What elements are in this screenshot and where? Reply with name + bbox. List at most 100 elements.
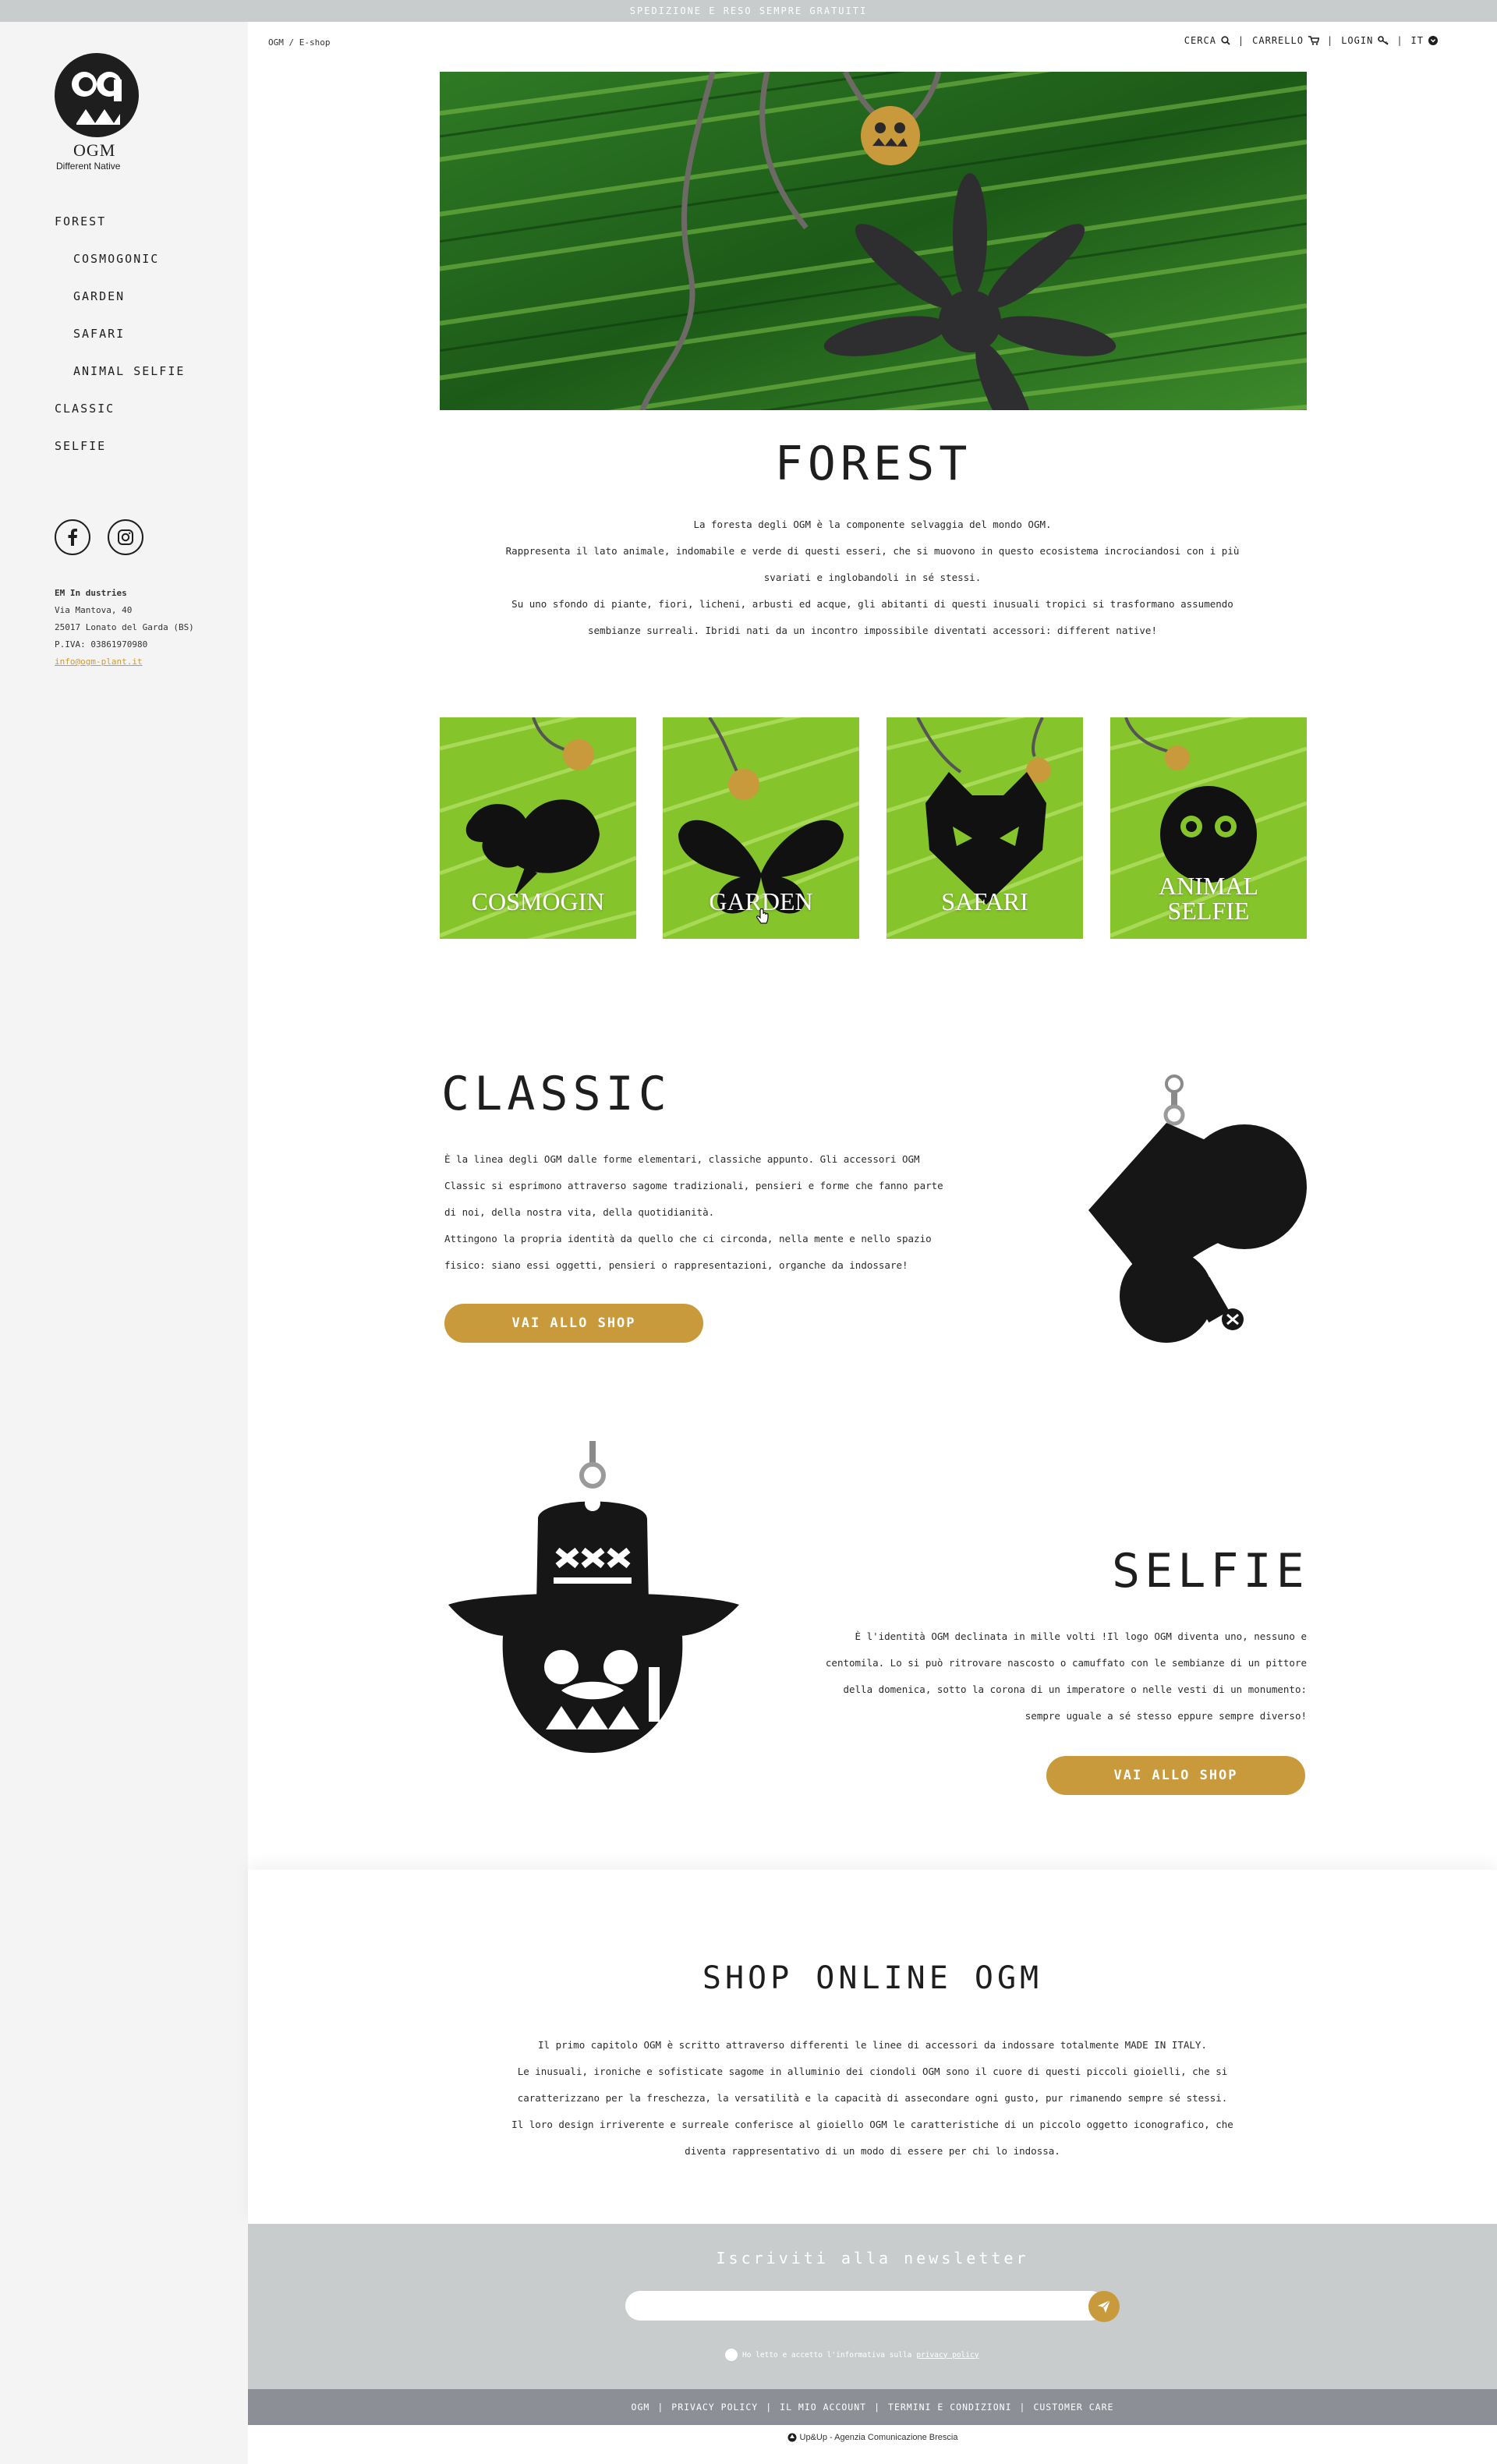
agency-credit[interactable]: Up&Up - Agenzia Comunicazione Brescia xyxy=(248,2433,1497,2442)
cart-link[interactable]: CARRELLO xyxy=(1252,35,1319,46)
consent-checkbox[interactable] xyxy=(725,2349,738,2361)
forest-line: La foresta degli OGM è la componente sel… xyxy=(693,519,1052,530)
shop-online-title: SHOP ONLINE OGM xyxy=(702,1960,1043,1996)
company-name: EM In dustries xyxy=(55,588,127,598)
footer-link-customer-care[interactable]: CUSTOMER CARE xyxy=(1033,2402,1113,2413)
footer-link-privacy[interactable]: PRIVACY POLICY xyxy=(671,2402,758,2413)
forest-line: Rappresenta il lato animale, indomabile … xyxy=(505,545,1240,557)
tile-label: SAFARI xyxy=(941,887,1028,915)
selfie-line: sempre uguale a sé stesso eppure sempre … xyxy=(1025,1710,1307,1722)
forest-line: Su uno sfondo di piante, fiori, licheni,… xyxy=(511,598,1233,610)
sidebar-nav: FOREST COSMOGONIC GARDEN SAFARI ANIMAL S… xyxy=(55,203,185,465)
newsletter-email-input[interactable] xyxy=(625,2291,1106,2321)
company-vat: P.IVA: 03861970980 xyxy=(55,639,148,650)
footer-link-terms[interactable]: TERMINI E CONDIZIONI xyxy=(888,2402,1011,2413)
tile-label: ANIMAL xyxy=(1159,872,1258,900)
social-links xyxy=(55,519,143,555)
top-navigation: CERCA | CARRELLO | LOGIN | IT xyxy=(1184,35,1438,46)
footer-separator: | xyxy=(766,2402,773,2413)
footer-separator: | xyxy=(874,2402,881,2413)
breadcrumb[interactable]: OGM / E-shop xyxy=(268,37,330,48)
forest-description: La foresta degli OGM è la componente sel… xyxy=(248,512,1497,644)
newsletter-title: Iscriviti alla newsletter xyxy=(716,2249,1029,2268)
cart-label: CARRELLO xyxy=(1252,35,1304,46)
footer-separator: | xyxy=(1019,2402,1026,2413)
sidebar: OGM Different Native FOREST COSMOGONIC G… xyxy=(0,22,248,2464)
classic-title: CLASSIC xyxy=(441,1067,671,1121)
category-tile-garden[interactable]: GARDEN xyxy=(663,717,859,939)
sidebar-item-classic[interactable]: CLASSIC xyxy=(55,390,185,427)
classic-pendant-image xyxy=(1088,1074,1307,1343)
tile-label: COSMOGIN xyxy=(471,887,605,915)
agency-credit-text: Up&Up - Agenzia Comunicazione Brescia xyxy=(799,2433,958,2442)
selfie-pendant-image xyxy=(448,1441,739,1753)
shop-online-line: Il primo capitolo OGM è scritto attraver… xyxy=(538,2039,1207,2051)
selfie-line: centomila. Lo si può ritrovare nascosto … xyxy=(825,1657,1307,1669)
nav-separator: | xyxy=(1326,35,1334,46)
company-email-link[interactable]: info@ogm-plant.it xyxy=(55,653,194,671)
brand-tagline: Different Native xyxy=(56,161,121,172)
classic-line: fisico: siano essi oggetti, pensieri o r… xyxy=(444,1259,908,1271)
brand-logo[interactable]: OGM Different Native xyxy=(55,53,148,172)
consent-text: Ho letto e accetto l'informativa sulla xyxy=(742,2350,912,2360)
sidebar-item-cosmogonic[interactable]: COSMOGONIC xyxy=(55,240,185,278)
company-address-street: Via Mantova, 40 xyxy=(55,605,133,615)
footer-link-ogm[interactable]: OGM xyxy=(632,2402,650,2413)
selfie-line: della domenica, sotto la corona di un im… xyxy=(843,1683,1307,1695)
selfie-line: È l'identità OGM declinata in mille volt… xyxy=(855,1630,1307,1642)
shop-online-line: diventa rappresentativo di un modo di es… xyxy=(685,2145,1060,2157)
newsletter-consent: Ho letto e accetto l'informativa sulla p… xyxy=(725,2349,979,2361)
language-selector[interactable]: IT xyxy=(1411,35,1438,46)
category-tile-safari[interactable]: SAFARI xyxy=(887,717,1083,939)
hand-cursor-icon xyxy=(756,908,769,924)
brand-name: OGM xyxy=(73,140,116,160)
sidebar-item-safari[interactable]: SAFARI xyxy=(55,315,185,352)
shop-online-line: Le inusuali, ironiche e sofisticate sago… xyxy=(517,2066,1228,2077)
key-icon xyxy=(1378,36,1389,45)
nav-separator: | xyxy=(1396,35,1403,46)
shop-online-line: caratterizzano per la freschezza, la ver… xyxy=(517,2092,1228,2104)
login-label: LOGIN xyxy=(1341,35,1374,46)
company-info: EM In dustries Via Mantova, 40 25017 Lon… xyxy=(55,585,194,671)
selfie-shop-button[interactable]: VAI ALLO SHOP xyxy=(1046,1756,1305,1795)
footer-nav: OGM | PRIVACY POLICY | IL MIO ACCOUNT | … xyxy=(248,2389,1497,2425)
classic-description: È la linea degli OGM dalle forme element… xyxy=(444,1146,1006,1279)
privacy-policy-link[interactable]: privacy policy xyxy=(916,2351,979,2360)
classic-line: È la linea degli OGM dalle forme element… xyxy=(444,1153,920,1165)
search-icon xyxy=(1221,36,1230,45)
shop-online-description: Il primo capitolo OGM è scritto attraver… xyxy=(248,2032,1497,2165)
ogm-logo-icon xyxy=(55,53,139,137)
sidebar-item-forest[interactable]: FOREST xyxy=(55,203,185,240)
classic-shop-button[interactable]: VAI ALLO SHOP xyxy=(444,1304,703,1343)
instagram-icon[interactable] xyxy=(108,519,143,555)
category-tile-animal-selfie[interactable]: ANIMAL SELFIE xyxy=(1110,717,1307,939)
classic-line: Classic si esprimono attraverso sagome t… xyxy=(444,1180,943,1191)
shop-online-section: SHOP ONLINE OGM Il primo capitolo OGM è … xyxy=(248,1870,1497,2224)
forest-line: svariati e inglobandoli in sé stessi. xyxy=(763,572,982,583)
nav-separator: | xyxy=(1237,35,1245,46)
tile-label: SELFIE xyxy=(1167,897,1250,925)
search-link[interactable]: CERCA xyxy=(1184,35,1230,46)
newsletter-submit-button[interactable] xyxy=(1088,2291,1120,2322)
login-link[interactable]: LOGIN xyxy=(1341,35,1389,46)
forest-title: FOREST xyxy=(774,437,972,491)
footer-separator: | xyxy=(657,2402,664,2413)
forest-line: sembianze surreali. Ibridi nati da un in… xyxy=(588,625,1157,636)
category-tile-cosmogin[interactable]: COSMOGIN xyxy=(440,717,636,939)
language-label: IT xyxy=(1410,35,1424,46)
selfie-title: SELFIE xyxy=(1112,1544,1309,1598)
facebook-icon[interactable] xyxy=(55,519,90,555)
sidebar-item-animal-selfie[interactable]: ANIMAL SELFIE xyxy=(55,352,185,390)
company-address-city: 25017 Lonato del Garda (BS) xyxy=(55,622,194,632)
classic-line: Attingono la propria identità da quello … xyxy=(444,1233,932,1244)
cart-icon xyxy=(1308,36,1319,45)
footer-link-account[interactable]: IL MIO ACCOUNT xyxy=(780,2402,866,2413)
shipping-banner: SPEDIZIONE E RESO SEMPRE GRATUITI xyxy=(0,0,1497,22)
newsletter-section: Iscriviti alla newsletter Ho letto e acc… xyxy=(248,2224,1497,2389)
sidebar-item-garden[interactable]: GARDEN xyxy=(55,278,185,315)
shop-online-line: Il loro design irriverente e surreale co… xyxy=(511,2119,1233,2130)
search-label: CERCA xyxy=(1184,35,1216,46)
paper-plane-icon xyxy=(1098,2299,1111,2313)
classic-line: di noi, della nostra vita, della quotidi… xyxy=(444,1206,715,1218)
chevron-down-icon xyxy=(1428,36,1438,45)
